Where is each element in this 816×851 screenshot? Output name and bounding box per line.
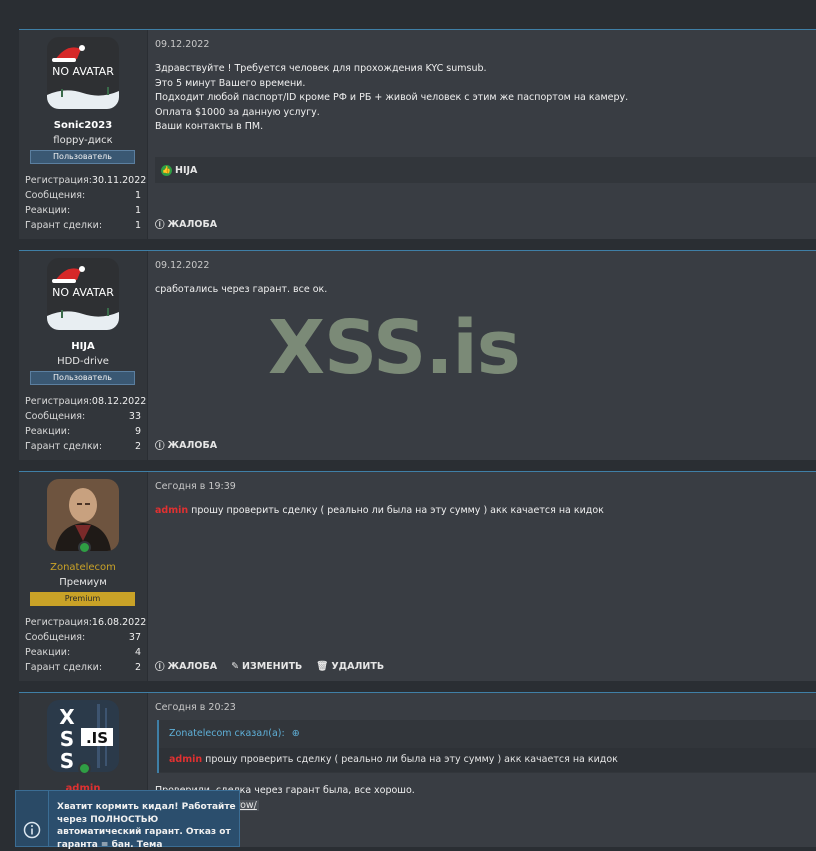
author-sidebar: NO AVATAR Sonic2023 floppy-диск Пользова…: [19, 30, 148, 239]
svg-text:.IS: .IS: [86, 729, 108, 747]
stat-messages: Сообщения: 1: [25, 190, 141, 201]
post-date[interactable]: 09.12.2022: [155, 260, 209, 271]
user-title: Премиум: [59, 577, 107, 588]
trash-icon: 🗑: [316, 660, 329, 672]
post-date[interactable]: Сегодня в 20:23: [155, 702, 236, 713]
report-button[interactable]: ⓘ ЖАЛОБА: [155, 438, 217, 453]
post-actions: ⓘ ЖАЛОБА: [155, 438, 217, 453]
user-mention[interactable]: admin: [169, 754, 202, 765]
svg-text:NO AVATAR: NO AVATAR: [52, 286, 114, 299]
watermark: XSS.is: [268, 305, 521, 391]
stat-messages: Сообщения: 33: [25, 411, 141, 422]
quote-header[interactable]: Zonatelecom сказал(а): ⊕: [169, 728, 300, 739]
user-stats: Регистрация: 16.08.2022 Сообщения: 37 Реак…: [25, 615, 147, 675]
user-stats: Регистрация: 08.12.2022 Сообщения: 33 Реак…: [25, 394, 147, 454]
user-mention[interactable]: admin: [155, 505, 188, 516]
post-actions: ⓘ ЖАЛОБА ✎ ИЗМЕНИТЬ 🗑 УДАЛИТЬ: [155, 659, 384, 674]
post-body: сработались через гарант. все ок.: [155, 284, 328, 295]
username[interactable]: Sonic2023: [19, 120, 147, 131]
user-title: floppy-диск: [53, 135, 113, 146]
author-sidebar: NO AVATAR HIJA HDD-drive Пользователь Ре…: [19, 251, 148, 460]
post-date[interactable]: 09.12.2022: [155, 39, 209, 50]
stat-escrow: Гарант сделки: 2: [25, 441, 141, 452]
edit-button[interactable]: ✎ ИЗМЕНИТЬ: [231, 659, 302, 673]
quote-body: admin прошу проверить сделку ( реально л…: [159, 748, 816, 772]
post-date[interactable]: Сегодня в 19:39: [155, 481, 236, 492]
report-icon: ⓘ: [155, 441, 165, 452]
toast-icon-area: [16, 791, 49, 846]
reactions-bar: 👍 HIJA: [155, 157, 816, 183]
svg-text:NO AVATAR: NO AVATAR: [52, 65, 114, 78]
online-status-icon: [78, 762, 91, 775]
user-title: HDD-drive: [57, 356, 109, 367]
stat-registration: Регистрация: 16.08.2022: [25, 617, 147, 628]
toast-message: Хватит кормить кидал! Работайте через ПО…: [57, 802, 236, 850]
avatar[interactable]: NO AVATAR: [47, 37, 119, 109]
post: Zonatelecom Премиум Premium Регистрация:…: [19, 471, 816, 681]
reaction-user[interactable]: HIJA: [175, 165, 197, 176]
post-body: admin прошу проверить сделку ( реально л…: [155, 505, 604, 516]
username[interactable]: Zonatelecom: [19, 562, 147, 573]
username[interactable]: HIJA: [19, 341, 147, 352]
stat-escrow: Гарант сделки: 1: [25, 220, 141, 231]
stat-reactions: Реакции: 1: [25, 205, 141, 216]
user-badge: Premium: [30, 592, 135, 606]
post-main: 09.12.2022 Здравствуйте ! Требуется чело…: [155, 30, 816, 239]
user-badge: Пользователь: [30, 150, 135, 164]
stat-reactions: Реакции: 9: [25, 426, 141, 437]
report-button[interactable]: ⓘ ЖАЛОБА: [155, 659, 217, 674]
svg-text:S: S: [60, 749, 74, 772]
like-reaction-icon: 👍: [161, 164, 172, 176]
no-avatar-icon: NO AVATAR: [47, 258, 119, 330]
edit-icon: ✎: [231, 660, 240, 672]
notice-toast[interactable]: Хватит кормить кидал! Работайте через ПО…: [15, 790, 240, 850]
post-body: Здравствуйте ! Требуется человек для про…: [155, 63, 629, 132]
post-main: Сегодня в 19:39 admin прошу проверить сд…: [155, 472, 816, 681]
online-status-icon: [78, 541, 91, 554]
svg-text:S: S: [60, 727, 74, 751]
user-stats: Регистрация: 30.11.2022 Сообщения: 1 Реакц…: [25, 173, 147, 233]
expand-quote-icon[interactable]: ⊕: [292, 728, 300, 739]
report-icon: ⓘ: [155, 662, 165, 673]
stat-reactions: Реакции: 4: [25, 647, 141, 658]
info-icon: [23, 821, 41, 839]
svg-text:X: X: [59, 705, 75, 729]
stat-messages: Сообщения: 37: [25, 632, 141, 643]
user-badge: Пользователь: [30, 371, 135, 385]
post: NO AVATAR Sonic2023 floppy-диск Пользова…: [19, 29, 816, 239]
no-avatar-icon: NO AVATAR: [47, 37, 119, 109]
post-actions: ⓘ ЖАЛОБА: [155, 217, 217, 232]
stat-registration: Регистрация: 30.11.2022: [25, 175, 147, 186]
avatar[interactable]: NO AVATAR: [47, 258, 119, 330]
report-icon: ⓘ: [155, 220, 165, 231]
report-button[interactable]: ⓘ ЖАЛОБА: [155, 217, 217, 232]
delete-button[interactable]: 🗑 УДАЛИТЬ: [316, 659, 384, 673]
stat-registration: Регистрация: 08.12.2022: [25, 396, 147, 407]
post-main: Сегодня в 20:23 Zonatelecom сказал(а): ⊕…: [155, 693, 816, 847]
stat-escrow: Гарант сделки: 2: [25, 662, 141, 673]
quote-block: Zonatelecom сказал(а): ⊕ admin прошу про…: [157, 720, 816, 773]
author-sidebar: Zonatelecom Премиум Premium Регистрация:…: [19, 472, 148, 681]
